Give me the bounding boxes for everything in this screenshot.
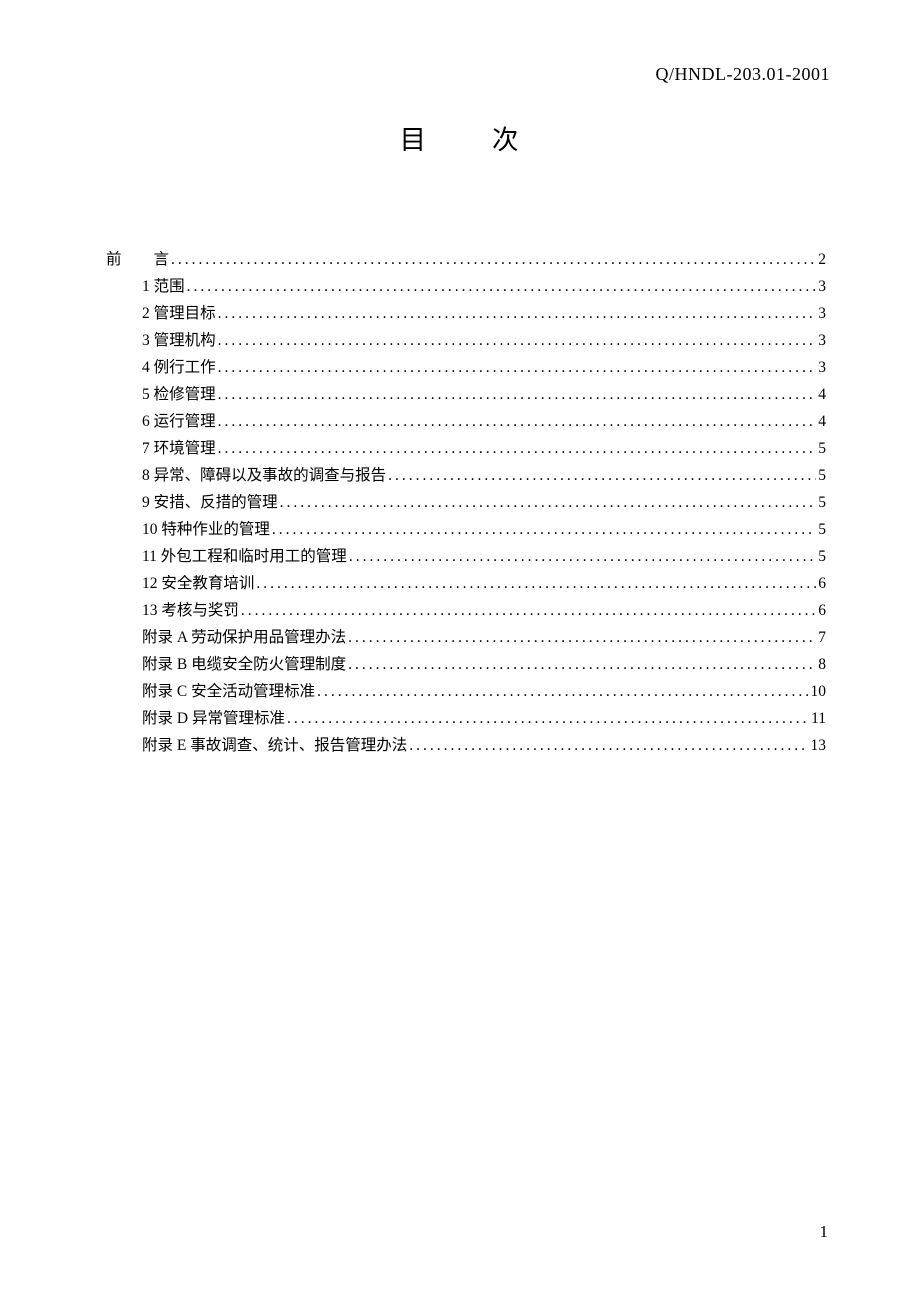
toc-page: 2 (818, 246, 826, 273)
toc-page: 5 (818, 543, 826, 570)
toc-entry: 附录 E 事故调查、统计、报告管理办法 13 (142, 732, 826, 759)
toc-entry: 附录 A 劳动保护用品管理办法 7 (142, 624, 826, 651)
toc-leader (171, 246, 816, 273)
toc-page: 3 (818, 300, 826, 327)
toc-entry: 3 管理机构 3 (142, 327, 826, 354)
toc-entry: 5 检修管理 4 (142, 381, 826, 408)
toc-label: 附录 C 安全活动管理标准 (142, 678, 315, 705)
toc-entry: 6 运行管理 4 (142, 408, 826, 435)
toc-entry: 2 管理目标 3 (142, 300, 826, 327)
toc-page: 6 (818, 597, 826, 624)
toc-label: 附录 D 异常管理标准 (142, 705, 285, 732)
toc-label: 8 异常、障碍以及事故的调查与报告 (142, 462, 386, 489)
toc-leader (218, 354, 817, 381)
page-number: 1 (820, 1222, 829, 1242)
toc-entry: 1 范围 3 (142, 273, 826, 300)
toc-page: 5 (818, 489, 826, 516)
toc-entry: 13 考核与奖罚 6 (142, 597, 826, 624)
toc-page: 11 (811, 705, 826, 732)
toc-page: 3 (818, 327, 826, 354)
toc-leader (241, 597, 816, 624)
toc-entry: 附录 C 安全活动管理标准 10 (142, 678, 826, 705)
toc-page: 6 (818, 570, 826, 597)
toc-entry: 附录 D 异常管理标准 11 (142, 705, 826, 732)
toc-entry: 8 异常、障碍以及事故的调查与报告 5 (142, 462, 826, 489)
toc-label: 12 安全教育培训 (142, 570, 254, 597)
toc-label: 5 检修管理 (142, 381, 216, 408)
toc-entry: 10 特种作业的管理 5 (142, 516, 826, 543)
toc-page: 4 (818, 408, 826, 435)
toc-page: 3 (818, 354, 826, 381)
toc-label: 2 管理目标 (142, 300, 216, 327)
toc-preface-prefix: 前 (106, 246, 122, 273)
toc-page: 8 (818, 651, 826, 678)
toc-leader (348, 651, 816, 678)
toc-entry: 12 安全教育培训 6 (142, 570, 826, 597)
toc-label: 6 运行管理 (142, 408, 216, 435)
toc: 前 言 2 1 范围 3 2 管理目标 3 3 管理机构 3 4 例行工作 3 … (110, 246, 826, 759)
toc-leader (218, 435, 817, 462)
toc-leader (280, 489, 817, 516)
toc-leader (317, 678, 808, 705)
toc-entry: 11 外包工程和临时用工的管理 5 (142, 543, 826, 570)
toc-label: 4 例行工作 (142, 354, 216, 381)
toc-leader (388, 462, 816, 489)
toc-label: 7 环境管理 (142, 435, 216, 462)
toc-leader (349, 543, 816, 570)
toc-label: 附录 B 电缆安全防火管理制度 (142, 651, 346, 678)
toc-leader (218, 300, 817, 327)
toc-page: 13 (811, 732, 827, 759)
toc-page: 7 (818, 624, 826, 651)
toc-entry: 附录 B 电缆安全防火管理制度 8 (142, 651, 826, 678)
toc-page: 5 (818, 462, 826, 489)
toc-page: 5 (818, 435, 826, 462)
doc-code: Q/HNDL-203.01-2001 (656, 64, 830, 85)
toc-entry: 7 环境管理 5 (142, 435, 826, 462)
toc-leader (409, 732, 808, 759)
toc-entry: 9 安措、反措的管理 5 (142, 489, 826, 516)
toc-label: 1 范围 (142, 273, 185, 300)
toc-page: 10 (811, 678, 827, 705)
toc-page: 3 (818, 273, 826, 300)
toc-label: 10 特种作业的管理 (142, 516, 270, 543)
toc-leader (218, 381, 817, 408)
toc-label: 附录 A 劳动保护用品管理办法 (142, 624, 346, 651)
toc-page: 5 (818, 516, 826, 543)
toc-label: 附录 E 事故调查、统计、报告管理办法 (142, 732, 407, 759)
toc-label: 3 管理机构 (142, 327, 216, 354)
toc-entry: 4 例行工作 3 (142, 354, 826, 381)
toc-leader (218, 408, 817, 435)
toc-label: 13 考核与奖罚 (142, 597, 239, 624)
toc-leader (287, 705, 809, 732)
toc-leader (256, 570, 816, 597)
toc-leader (187, 273, 817, 300)
toc-entry-preface: 前 言 2 (106, 246, 826, 273)
toc-leader (348, 624, 816, 651)
toc-label: 11 外包工程和临时用工的管理 (142, 543, 347, 570)
title-part-a: 目 (400, 125, 429, 155)
toc-leader (218, 327, 817, 354)
toc-leader (272, 516, 816, 543)
toc-page: 4 (818, 381, 826, 408)
toc-preface-label: 言 (154, 246, 170, 273)
page-title: 目次 (0, 118, 920, 157)
title-part-b: 次 (492, 125, 521, 155)
toc-label: 9 安措、反措的管理 (142, 489, 278, 516)
